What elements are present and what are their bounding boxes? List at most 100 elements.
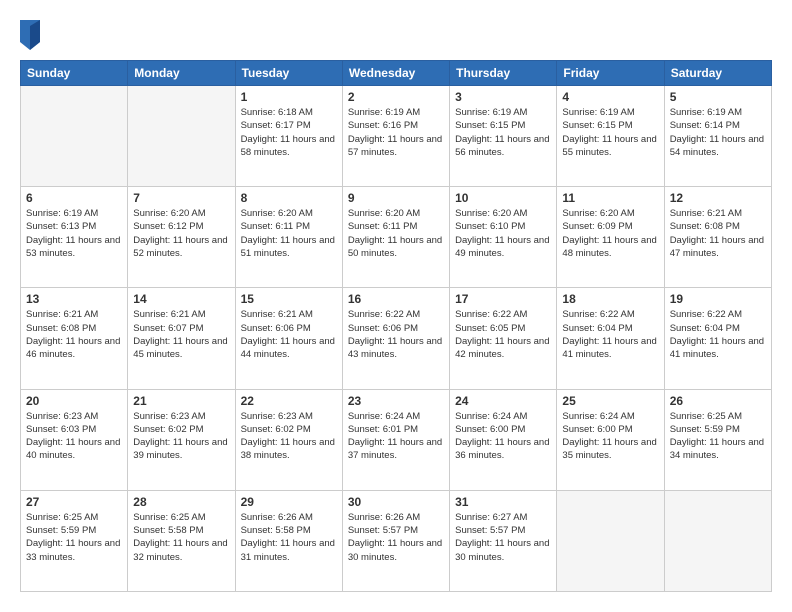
daylight-label: Daylight: 11 hours and 53 minutes. xyxy=(26,235,120,259)
day-number: 22 xyxy=(241,394,337,408)
day-number: 18 xyxy=(562,292,658,306)
calendar-cell: 14 Sunrise: 6:21 AM Sunset: 6:07 PM Dayl… xyxy=(128,288,235,389)
sunset-label: Sunset: 6:02 PM xyxy=(133,424,203,435)
day-info: Sunrise: 6:21 AM Sunset: 6:08 PM Dayligh… xyxy=(26,308,122,361)
sunrise-label: Sunrise: 6:26 AM xyxy=(241,512,313,523)
calendar-cell: 24 Sunrise: 6:24 AM Sunset: 6:00 PM Dayl… xyxy=(450,389,557,490)
sunset-label: Sunset: 6:08 PM xyxy=(670,221,740,232)
sunset-label: Sunset: 6:11 PM xyxy=(241,221,311,232)
daylight-label: Daylight: 11 hours and 54 minutes. xyxy=(670,134,764,158)
day-info: Sunrise: 6:20 AM Sunset: 6:11 PM Dayligh… xyxy=(241,207,337,260)
daylight-label: Daylight: 11 hours and 46 minutes. xyxy=(26,336,120,360)
calendar-cell: 1 Sunrise: 6:18 AM Sunset: 6:17 PM Dayli… xyxy=(235,86,342,187)
sunrise-label: Sunrise: 6:23 AM xyxy=(241,411,313,422)
day-info: Sunrise: 6:21 AM Sunset: 6:08 PM Dayligh… xyxy=(670,207,766,260)
day-info: Sunrise: 6:20 AM Sunset: 6:12 PM Dayligh… xyxy=(133,207,229,260)
calendar-week-4: 20 Sunrise: 6:23 AM Sunset: 6:03 PM Dayl… xyxy=(21,389,772,490)
calendar-cell: 21 Sunrise: 6:23 AM Sunset: 6:02 PM Dayl… xyxy=(128,389,235,490)
sunrise-label: Sunrise: 6:26 AM xyxy=(348,512,420,523)
calendar-header-thursday: Thursday xyxy=(450,61,557,86)
calendar-cell: 13 Sunrise: 6:21 AM Sunset: 6:08 PM Dayl… xyxy=(21,288,128,389)
header xyxy=(20,20,772,50)
calendar-cell: 11 Sunrise: 6:20 AM Sunset: 6:09 PM Dayl… xyxy=(557,187,664,288)
sunrise-label: Sunrise: 6:25 AM xyxy=(670,411,742,422)
day-info: Sunrise: 6:25 AM Sunset: 5:59 PM Dayligh… xyxy=(26,511,122,564)
day-info: Sunrise: 6:21 AM Sunset: 6:06 PM Dayligh… xyxy=(241,308,337,361)
calendar-cell: 27 Sunrise: 6:25 AM Sunset: 5:59 PM Dayl… xyxy=(21,490,128,591)
daylight-label: Daylight: 11 hours and 33 minutes. xyxy=(26,538,120,562)
daylight-label: Daylight: 11 hours and 42 minutes. xyxy=(455,336,549,360)
calendar-cell: 28 Sunrise: 6:25 AM Sunset: 5:58 PM Dayl… xyxy=(128,490,235,591)
calendar-cell: 31 Sunrise: 6:27 AM Sunset: 5:57 PM Dayl… xyxy=(450,490,557,591)
day-info: Sunrise: 6:26 AM Sunset: 5:58 PM Dayligh… xyxy=(241,511,337,564)
daylight-label: Daylight: 11 hours and 31 minutes. xyxy=(241,538,335,562)
calendar-cell: 18 Sunrise: 6:22 AM Sunset: 6:04 PM Dayl… xyxy=(557,288,664,389)
sunset-label: Sunset: 6:11 PM xyxy=(348,221,418,232)
day-number: 23 xyxy=(348,394,444,408)
calendar-cell: 12 Sunrise: 6:21 AM Sunset: 6:08 PM Dayl… xyxy=(664,187,771,288)
day-number: 25 xyxy=(562,394,658,408)
sunrise-label: Sunrise: 6:27 AM xyxy=(455,512,527,523)
day-number: 4 xyxy=(562,90,658,104)
daylight-label: Daylight: 11 hours and 57 minutes. xyxy=(348,134,442,158)
daylight-label: Daylight: 11 hours and 58 minutes. xyxy=(241,134,335,158)
sunrise-label: Sunrise: 6:21 AM xyxy=(26,309,98,320)
daylight-label: Daylight: 11 hours and 43 minutes. xyxy=(348,336,442,360)
calendar-cell: 17 Sunrise: 6:22 AM Sunset: 6:05 PM Dayl… xyxy=(450,288,557,389)
day-number: 7 xyxy=(133,191,229,205)
sunrise-label: Sunrise: 6:19 AM xyxy=(562,107,634,118)
sunrise-label: Sunrise: 6:22 AM xyxy=(348,309,420,320)
calendar-cell: 2 Sunrise: 6:19 AM Sunset: 6:16 PM Dayli… xyxy=(342,86,449,187)
sunset-label: Sunset: 6:03 PM xyxy=(26,424,96,435)
calendar-week-3: 13 Sunrise: 6:21 AM Sunset: 6:08 PM Dayl… xyxy=(21,288,772,389)
sunset-label: Sunset: 6:04 PM xyxy=(562,323,632,334)
sunset-label: Sunset: 6:06 PM xyxy=(241,323,311,334)
day-info: Sunrise: 6:19 AM Sunset: 6:13 PM Dayligh… xyxy=(26,207,122,260)
daylight-label: Daylight: 11 hours and 38 minutes. xyxy=(241,437,335,461)
daylight-label: Daylight: 11 hours and 36 minutes. xyxy=(455,437,549,461)
sunrise-label: Sunrise: 6:23 AM xyxy=(133,411,205,422)
sunrise-label: Sunrise: 6:25 AM xyxy=(26,512,98,523)
calendar-cell: 22 Sunrise: 6:23 AM Sunset: 6:02 PM Dayl… xyxy=(235,389,342,490)
calendar-week-2: 6 Sunrise: 6:19 AM Sunset: 6:13 PM Dayli… xyxy=(21,187,772,288)
sunset-label: Sunset: 5:57 PM xyxy=(455,525,525,536)
day-number: 1 xyxy=(241,90,337,104)
daylight-label: Daylight: 11 hours and 40 minutes. xyxy=(26,437,120,461)
calendar-cell: 20 Sunrise: 6:23 AM Sunset: 6:03 PM Dayl… xyxy=(21,389,128,490)
day-info: Sunrise: 6:20 AM Sunset: 6:10 PM Dayligh… xyxy=(455,207,551,260)
sunrise-label: Sunrise: 6:20 AM xyxy=(241,208,313,219)
sunrise-label: Sunrise: 6:19 AM xyxy=(670,107,742,118)
sunset-label: Sunset: 5:58 PM xyxy=(133,525,203,536)
sunset-label: Sunset: 6:00 PM xyxy=(562,424,632,435)
day-number: 27 xyxy=(26,495,122,509)
day-number: 21 xyxy=(133,394,229,408)
day-number: 2 xyxy=(348,90,444,104)
daylight-label: Daylight: 11 hours and 47 minutes. xyxy=(670,235,764,259)
calendar-cell xyxy=(21,86,128,187)
calendar-header-sunday: Sunday xyxy=(21,61,128,86)
day-number: 3 xyxy=(455,90,551,104)
sunset-label: Sunset: 5:59 PM xyxy=(670,424,740,435)
day-number: 5 xyxy=(670,90,766,104)
day-number: 10 xyxy=(455,191,551,205)
daylight-label: Daylight: 11 hours and 30 minutes. xyxy=(348,538,442,562)
day-number: 19 xyxy=(670,292,766,306)
sunrise-label: Sunrise: 6:22 AM xyxy=(670,309,742,320)
day-number: 29 xyxy=(241,495,337,509)
daylight-label: Daylight: 11 hours and 39 minutes. xyxy=(133,437,227,461)
sunrise-label: Sunrise: 6:22 AM xyxy=(562,309,634,320)
day-number: 26 xyxy=(670,394,766,408)
day-number: 9 xyxy=(348,191,444,205)
day-info: Sunrise: 6:19 AM Sunset: 6:14 PM Dayligh… xyxy=(670,106,766,159)
sunset-label: Sunset: 6:02 PM xyxy=(241,424,311,435)
sunrise-label: Sunrise: 6:21 AM xyxy=(133,309,205,320)
calendar-week-1: 1 Sunrise: 6:18 AM Sunset: 6:17 PM Dayli… xyxy=(21,86,772,187)
day-info: Sunrise: 6:20 AM Sunset: 6:11 PM Dayligh… xyxy=(348,207,444,260)
sunrise-label: Sunrise: 6:20 AM xyxy=(133,208,205,219)
sunset-label: Sunset: 5:59 PM xyxy=(26,525,96,536)
day-number: 8 xyxy=(241,191,337,205)
calendar-header-monday: Monday xyxy=(128,61,235,86)
day-info: Sunrise: 6:21 AM Sunset: 6:07 PM Dayligh… xyxy=(133,308,229,361)
day-info: Sunrise: 6:25 AM Sunset: 5:58 PM Dayligh… xyxy=(133,511,229,564)
day-info: Sunrise: 6:22 AM Sunset: 6:06 PM Dayligh… xyxy=(348,308,444,361)
